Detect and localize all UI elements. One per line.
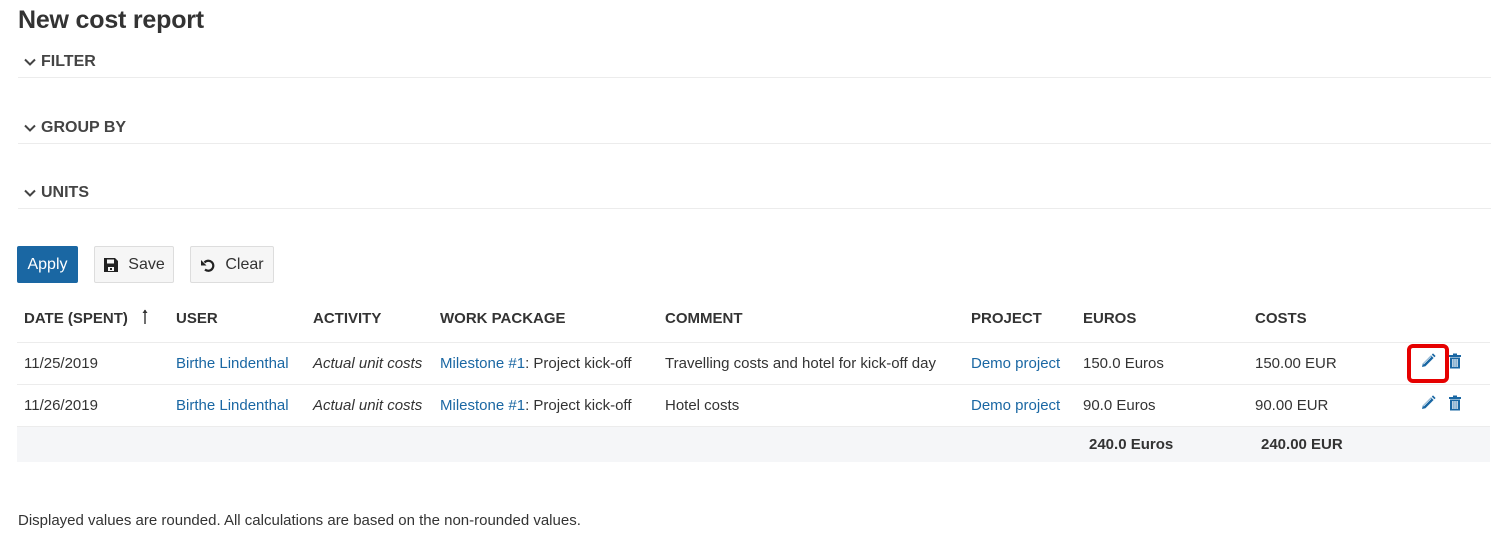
- euros-cell: 150.0 Euros: [1076, 342, 1248, 385]
- column-header-user[interactable]: USER: [169, 296, 306, 343]
- table-row: 11/26/2019 Birthe Lindenthal Actual unit…: [17, 384, 1490, 427]
- apply-button[interactable]: Apply: [17, 246, 78, 283]
- project-link[interactable]: Demo project: [971, 355, 1060, 372]
- comment-cell: Hotel costs: [658, 384, 964, 427]
- edit-button[interactable]: [1411, 392, 1445, 418]
- delete-button[interactable]: [1445, 350, 1465, 376]
- chevron-down-icon: [24, 56, 36, 68]
- work-package-subject: : Project kick-off: [525, 396, 632, 414]
- costs-cell: 150.00 EUR: [1248, 342, 1400, 385]
- work-package-subject: : Project kick-off: [525, 354, 632, 372]
- comment-cell: Travelling costs and hotel for kick-off …: [658, 342, 964, 385]
- column-header-euros[interactable]: EUROS: [1076, 296, 1248, 343]
- work-package-cell: Milestone #1: Project kick-off: [433, 342, 658, 385]
- project-cell: Demo project: [964, 342, 1076, 385]
- table-row: 11/25/2019 Birthe Lindenthal Actual unit…: [17, 342, 1490, 385]
- save-label: Save: [128, 255, 165, 273]
- delete-button[interactable]: [1445, 392, 1465, 418]
- pencil-icon: [1420, 353, 1436, 373]
- undo-icon: [200, 257, 216, 273]
- column-header-project[interactable]: PROJECT: [964, 296, 1076, 343]
- column-header-work-package[interactable]: WORK PACKAGE: [433, 296, 658, 343]
- page-title: New cost report: [18, 6, 204, 34]
- work-package-link[interactable]: Milestone #1: [440, 355, 525, 372]
- actions-cell: [1400, 384, 1490, 427]
- save-button[interactable]: Save: [94, 246, 174, 283]
- work-package-link[interactable]: Milestone #1: [440, 397, 525, 414]
- activity-cell: Actual unit costs: [306, 384, 433, 427]
- pencil-icon: [1420, 395, 1436, 415]
- column-header-activity[interactable]: ACTIVITY: [306, 296, 433, 343]
- units-label: UNITS: [41, 184, 89, 201]
- trash-icon: [1448, 353, 1462, 373]
- user-cell: Birthe Lindenthal: [169, 342, 306, 385]
- chevron-down-icon: [24, 122, 36, 134]
- costs-cell: 90.00 EUR: [1248, 384, 1400, 427]
- sort-arrow-up-icon: [142, 309, 148, 329]
- date-cell: 11/26/2019: [17, 384, 169, 427]
- chevron-down-icon: [24, 187, 36, 199]
- trash-icon: [1448, 395, 1462, 415]
- floppy-disk-icon: [103, 257, 119, 273]
- column-header-date[interactable]: DATE (SPENT): [17, 296, 169, 343]
- edit-button[interactable]: [1407, 343, 1449, 383]
- rounding-footnote: Displayed values are rounded. All calcul…: [18, 512, 581, 529]
- project-link[interactable]: Demo project: [971, 397, 1060, 414]
- group-by-section: GROUP BY: [18, 118, 1491, 144]
- filter-toggle[interactable]: FILTER: [18, 52, 1491, 72]
- table-header-row: DATE (SPENT) USER ACTIVITY WORK PACKAGE …: [17, 296, 1490, 343]
- clear-label: Clear: [225, 255, 264, 273]
- report-actions: Apply Save Clear: [17, 246, 274, 283]
- column-header-comment[interactable]: COMMENT: [658, 296, 964, 343]
- filter-label: FILTER: [41, 53, 96, 70]
- euros-cell: 90.0 Euros: [1076, 384, 1248, 427]
- clear-button[interactable]: Clear: [190, 246, 274, 283]
- group-by-label: GROUP BY: [41, 119, 127, 136]
- column-header-costs[interactable]: COSTS: [1248, 296, 1400, 343]
- units-toggle[interactable]: UNITS: [18, 183, 1491, 203]
- actions-cell: [1400, 342, 1490, 385]
- column-header-actions: [1400, 296, 1490, 343]
- project-cell: Demo project: [964, 384, 1076, 427]
- total-costs: 240.00 EUR: [1248, 426, 1400, 462]
- totals-row: 240.0 Euros 240.00 EUR: [17, 426, 1490, 462]
- user-link[interactable]: Birthe Lindenthal: [176, 397, 289, 414]
- group-by-toggle[interactable]: GROUP BY: [18, 118, 1491, 138]
- date-cell: 11/25/2019: [17, 342, 169, 385]
- activity-cell: Actual unit costs: [306, 342, 433, 385]
- user-link[interactable]: Birthe Lindenthal: [176, 355, 289, 372]
- work-package-cell: Milestone #1: Project kick-off: [433, 384, 658, 427]
- filter-section: FILTER: [18, 52, 1491, 78]
- cost-report-table: DATE (SPENT) USER ACTIVITY WORK PACKAGE …: [17, 296, 1490, 462]
- user-cell: Birthe Lindenthal: [169, 384, 306, 427]
- total-euros: 240.0 Euros: [1076, 426, 1248, 462]
- units-section: UNITS: [18, 183, 1491, 209]
